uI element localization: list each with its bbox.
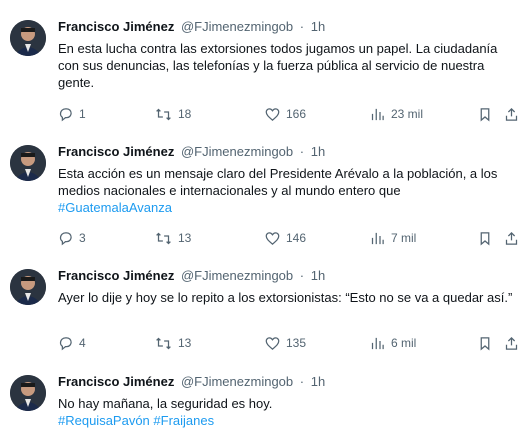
views-button[interactable]: 7 mil	[370, 230, 416, 246]
bookmark-button[interactable]	[478, 106, 492, 122]
views-icon	[371, 108, 384, 120]
tweet-header: Francisco Jiménez @FJimenezmingob · 1h	[58, 268, 325, 284]
tweet-text-body: No hay mañana, la seguridad es hoy.	[58, 396, 273, 411]
like-button[interactable]: 135	[265, 335, 306, 351]
tweet-text-body: En esta lucha contra las extorsiones tod…	[58, 41, 498, 90]
bookmark-icon	[480, 336, 490, 350]
heart-icon	[265, 107, 280, 121]
author-handle[interactable]: @FJimenezmingob	[181, 268, 293, 283]
avatar[interactable]	[10, 20, 46, 56]
retweet-count: 13	[178, 231, 192, 245]
reply-icon	[59, 231, 72, 245]
tweet-text: Ayer lo dije y hoy se lo repito a los ex…	[58, 289, 518, 306]
retweet-button[interactable]: 13	[155, 230, 191, 246]
retweet-count: 18	[178, 107, 192, 121]
heart-icon	[265, 336, 280, 350]
reply-button[interactable]: 3	[58, 230, 86, 246]
like-button[interactable]: 146	[265, 230, 306, 246]
views-icon	[371, 232, 384, 244]
tweet[interactable]: Francisco Jiménez @FJimenezmingob · 1h E…	[0, 0, 530, 128]
reply-count: 3	[79, 231, 86, 245]
views-icon	[371, 337, 384, 349]
share-button[interactable]	[504, 106, 519, 122]
tweet-actions: 3 13 146 7 mil	[58, 230, 528, 246]
author-handle[interactable]: @FJimenezmingob	[181, 144, 293, 159]
tweet-text: No hay mañana, la seguridad es hoy. #Req…	[58, 395, 518, 429]
like-count: 146	[286, 231, 307, 245]
tweet-header: Francisco Jiménez @FJimenezmingob · 1h	[58, 374, 325, 390]
reply-icon	[59, 107, 72, 121]
tweet[interactable]: Francisco Jiménez @FJimenezmingob · 1h N…	[0, 355, 530, 430]
tweet-text: Esta acción es un mensaje claro del Pres…	[58, 165, 518, 216]
retweet-icon	[156, 108, 171, 120]
separator-dot: ·	[299, 19, 305, 34]
tweet-text: En esta lucha contra las extorsiones tod…	[58, 40, 518, 91]
views-count: 6 mil	[391, 336, 417, 350]
author-handle[interactable]: @FJimenezmingob	[181, 19, 293, 34]
share-icon	[505, 231, 518, 245]
views-button[interactable]: 23 mil	[370, 106, 423, 122]
share-button[interactable]	[504, 335, 519, 351]
like-count: 166	[286, 107, 307, 121]
avatar[interactable]	[10, 145, 46, 181]
tweet-actions: 4 13 135 6 mil	[58, 335, 528, 351]
bookmark-icon	[480, 107, 490, 121]
timestamp[interactable]: 1h	[311, 19, 325, 34]
author-handle[interactable]: @FJimenezmingob	[181, 374, 293, 389]
tweet-feed: Francisco Jiménez @FJimenezmingob · 1h E…	[0, 0, 530, 430]
retweet-icon	[156, 232, 171, 244]
timestamp[interactable]: 1h	[311, 374, 325, 389]
author-name[interactable]: Francisco Jiménez	[58, 144, 174, 159]
timestamp[interactable]: 1h	[311, 268, 325, 283]
like-count: 135	[286, 336, 307, 350]
retweet-button[interactable]: 13	[155, 335, 191, 351]
bookmark-button[interactable]	[478, 230, 492, 246]
avatar[interactable]	[10, 375, 46, 411]
retweet-icon	[156, 337, 171, 349]
retweet-count: 13	[178, 336, 192, 350]
tweet-header: Francisco Jiménez @FJimenezmingob · 1h	[58, 19, 325, 35]
tweet[interactable]: Francisco Jiménez @FJimenezmingob · 1h A…	[0, 249, 530, 361]
separator-dot: ·	[299, 268, 305, 283]
avatar[interactable]	[10, 269, 46, 305]
reply-count: 4	[79, 336, 86, 350]
views-button[interactable]: 6 mil	[370, 335, 416, 351]
author-name[interactable]: Francisco Jiménez	[58, 268, 174, 283]
separator-dot: ·	[299, 374, 305, 389]
views-count: 23 mil	[391, 107, 424, 121]
reply-button[interactable]: 4	[58, 335, 86, 351]
tweet-actions: 1 18 166 23 mil	[58, 106, 528, 122]
bookmark-button[interactable]	[478, 335, 492, 351]
tweet[interactable]: Francisco Jiménez @FJimenezmingob · 1h E…	[0, 125, 530, 253]
timestamp[interactable]: 1h	[311, 144, 325, 159]
reply-icon	[59, 336, 72, 350]
reply-count: 1	[79, 107, 86, 121]
tweet-header: Francisco Jiménez @FJimenezmingob · 1h	[58, 144, 325, 160]
share-icon	[505, 336, 518, 350]
hashtag-link[interactable]: #GuatemalaAvanza	[58, 200, 172, 215]
reply-button[interactable]: 1	[58, 106, 86, 122]
share-button[interactable]	[504, 230, 519, 246]
separator-dot: ·	[299, 144, 305, 159]
author-name[interactable]: Francisco Jiménez	[58, 374, 174, 389]
tweet-text-body: Esta acción es un mensaje claro del Pres…	[58, 166, 498, 198]
hashtag-link[interactable]: #RequisaPavón	[58, 413, 150, 428]
heart-icon	[265, 231, 280, 245]
views-count: 7 mil	[391, 231, 417, 245]
hashtag-link[interactable]: #Fraijanes	[153, 413, 214, 428]
tweet-text-body: Ayer lo dije y hoy se lo repito a los ex…	[58, 290, 513, 305]
bookmark-icon	[480, 231, 490, 245]
share-icon	[505, 107, 518, 121]
like-button[interactable]: 166	[265, 106, 306, 122]
retweet-button[interactable]: 18	[155, 106, 191, 122]
author-name[interactable]: Francisco Jiménez	[58, 19, 174, 34]
